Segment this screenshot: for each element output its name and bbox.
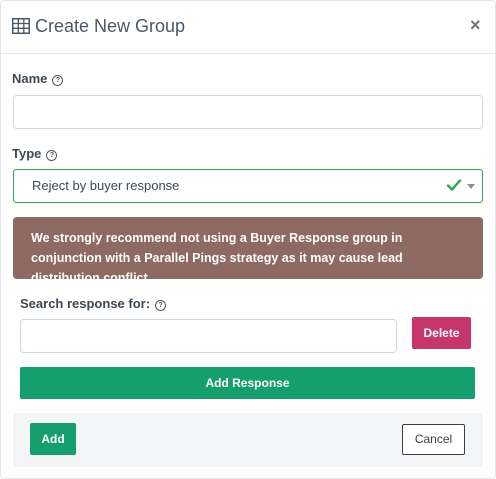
table-icon [12,18,30,34]
add-button[interactable]: Add [30,423,76,455]
help-circle-icon: ? [155,300,167,311]
dialog-title: Create New Group [35,16,186,36]
search-response-input[interactable] [20,319,397,353]
caret-down-icon[interactable] [467,184,475,189]
checkmark-icon [446,179,462,191]
search-label: Search response for:? [20,296,167,311]
close-icon[interactable]: × [470,15,481,36]
create-group-dialog: Create New Group × Name? Type? Reject by… [0,0,496,479]
warning-alert: We strongly recommend not using a Buyer … [13,217,483,285]
type-label-text: Type [12,146,42,161]
add-response-button[interactable]: Add Response [20,367,475,399]
name-input[interactable] [13,95,483,129]
dialog-header: Create New Group × [1,1,495,54]
help-circle-icon: ? [52,75,64,86]
type-select[interactable]: Reject by buyer response [13,169,483,203]
search-label-text: Search response for: [20,296,151,311]
type-label: Type? [12,146,58,161]
name-label: Name? [12,71,64,86]
name-label-text: Name [12,71,48,86]
help-circle-icon: ? [46,150,58,161]
delete-button[interactable]: Delete [412,317,471,349]
type-select-value: Reject by buyer response [32,178,180,193]
cancel-button[interactable]: Cancel [402,424,465,455]
